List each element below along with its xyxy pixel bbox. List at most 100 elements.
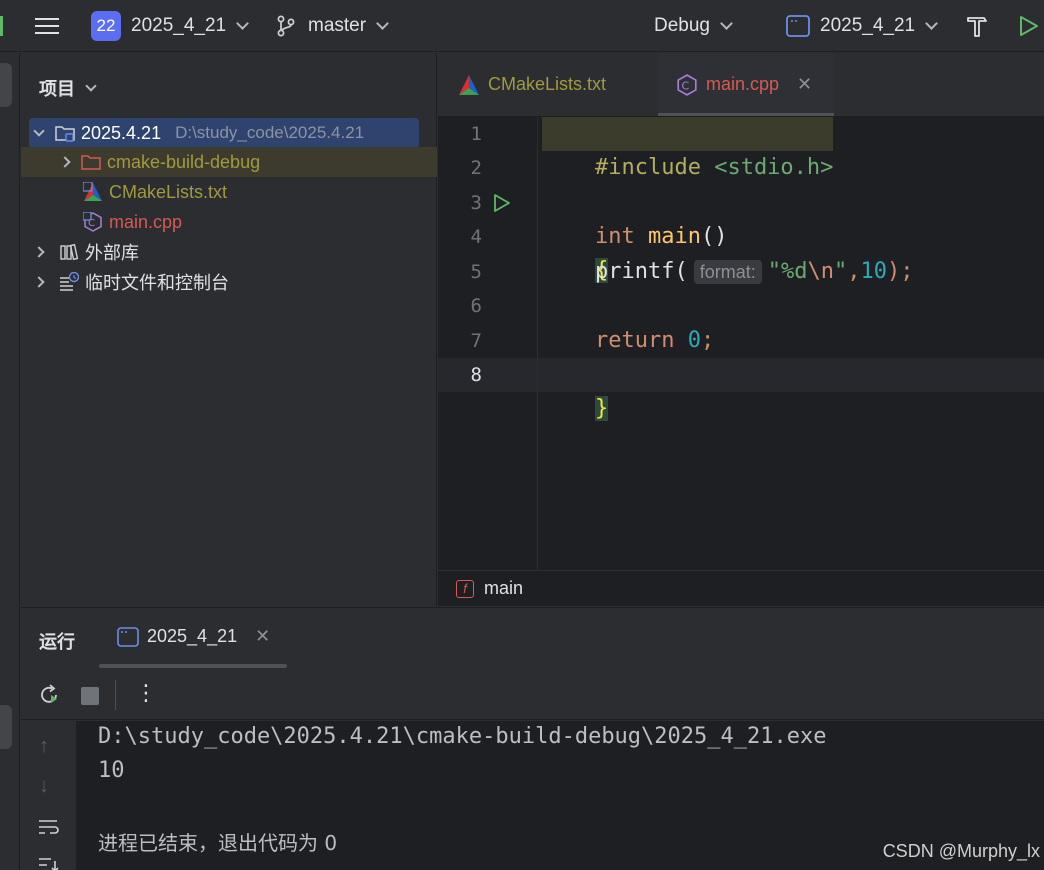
tree-item-root[interactable]: 2025.4.21 D:\study_code\2025.4.21 xyxy=(29,118,419,148)
number-literal: 10 xyxy=(860,259,887,284)
escape-sequence: \n xyxy=(807,259,834,284)
run-config-selector[interactable]: 2025_4_21 xyxy=(786,0,938,52)
branch-icon xyxy=(277,15,295,37)
line-number: 7 xyxy=(470,330,482,352)
root-folder-path: D:\study_code\2025.4.21 xyxy=(175,123,365,142)
chevron-down-icon[interactable] xyxy=(29,125,49,137)
run-button[interactable] xyxy=(1018,0,1040,52)
line-number: 3 xyxy=(470,192,482,214)
code-line-4: { xyxy=(542,220,609,283)
rerun-icon[interactable] xyxy=(37,683,61,707)
number-literal: 0 xyxy=(687,328,701,353)
line-number: 6 xyxy=(470,295,482,317)
project-name: 2025_4_21 xyxy=(131,15,227,36)
tree-item-label: cmake-build-debug xyxy=(107,151,261,172)
run-tab[interactable]: 2025_4_21 ✕ xyxy=(117,626,270,647)
function-name: main xyxy=(647,224,701,249)
tree-item-cmakelists[interactable]: CMakeLists.txt xyxy=(21,177,227,207)
main-menu-icon[interactable] xyxy=(35,0,59,52)
project-panel-title: 项目 xyxy=(39,79,75,99)
toolbar-separator xyxy=(115,680,116,710)
console-side-toolbar: ↑ ↓ xyxy=(21,721,77,870)
console-line: D:\study_code\2025.4.21\cmake-build-debu… xyxy=(98,724,827,749)
more-options-icon[interactable]: ⋮ xyxy=(135,680,157,706)
close-icon[interactable]: ✕ xyxy=(797,74,812,95)
project-panel-header[interactable]: 项目 xyxy=(39,75,97,101)
code-line-8: } xyxy=(542,358,609,421)
project-tool-button[interactable] xyxy=(0,63,12,107)
cpp-file-icon: C xyxy=(83,212,102,232)
stop-icon[interactable] xyxy=(81,687,99,705)
app-edge-marker xyxy=(0,16,3,36)
breadcrumb-label: main xyxy=(484,578,524,598)
watermark: CSDN @Murphy_lx xyxy=(882,841,1040,861)
project-badge: 22 xyxy=(91,11,121,41)
svg-text:C: C xyxy=(682,79,690,92)
console-app-icon xyxy=(117,626,139,647)
chevron-down-icon xyxy=(925,17,938,30)
scroll-up-icon[interactable]: ↑ xyxy=(39,735,49,758)
chevron-right-icon[interactable] xyxy=(55,156,75,168)
tree-item-label: CMakeLists.txt xyxy=(109,181,228,202)
include-header: <stdio.h> xyxy=(714,155,834,180)
line-number: 4 xyxy=(470,226,482,248)
scratches-icon xyxy=(60,272,79,291)
project-tool-window: 项目 2025.4.21 D:\study_code\2025.4.21 cma… xyxy=(21,53,437,606)
chevron-down-icon xyxy=(85,80,97,92)
scroll-to-end-icon[interactable] xyxy=(37,855,61,870)
string-literal: "%d xyxy=(767,259,808,284)
printf-call: printf( xyxy=(594,259,688,284)
cmake-icon xyxy=(83,182,102,201)
tree-item-label: main.cpp xyxy=(109,211,183,232)
keyword: return xyxy=(594,328,675,353)
run-tool-button[interactable] xyxy=(0,705,12,749)
project-folder-icon xyxy=(55,126,75,142)
chevron-right-icon[interactable] xyxy=(29,276,49,288)
run-tab-label: 2025_4_21 xyxy=(147,626,238,646)
editor-breadcrumb[interactable]: f main xyxy=(438,570,1044,606)
statement-end: ); xyxy=(886,259,914,284)
vcs-branch-switcher[interactable]: master xyxy=(276,0,389,52)
function-icon: f xyxy=(456,579,474,598)
main-toolbar: 22 2025_4_21 master Debug 2025_4_21 xyxy=(0,0,1044,52)
chevron-down-icon xyxy=(236,17,249,30)
statement-end: ; xyxy=(700,328,715,353)
console-line: 10 xyxy=(98,758,125,783)
code-line-7: return 0; xyxy=(542,324,714,358)
hammer-icon xyxy=(967,17,987,37)
cmake-icon xyxy=(459,74,479,95)
build-config-selector[interactable]: Debug xyxy=(654,0,733,52)
parens: () xyxy=(700,224,728,249)
library-icon xyxy=(60,243,79,261)
active-tab-indicator xyxy=(658,113,834,116)
soft-wrap-icon[interactable] xyxy=(37,817,61,837)
editor-tab-bar: CMakeLists.txt C main.cpp ✕ xyxy=(438,53,1044,117)
console-line: 进程已结束，退出代码为 0 xyxy=(98,831,338,855)
comma: , xyxy=(847,259,861,284)
code-line-5: printf(format: "%d\n",10); xyxy=(542,255,913,289)
parameter-hint: format: xyxy=(693,260,762,284)
code-editor[interactable]: 1 2 3 4 5 6 7 8 #include <stdio.h> int m… xyxy=(438,117,1044,570)
build-button[interactable] xyxy=(966,0,988,52)
branch-name: master xyxy=(308,15,367,36)
run-panel-title: 运行 xyxy=(39,632,75,652)
tree-item-scratches[interactable]: 临时文件和控制台 xyxy=(21,267,229,297)
console-app-icon xyxy=(786,15,810,37)
project-switcher[interactable]: 22 2025_4_21 xyxy=(91,0,249,52)
run-tool-window: 运行 2025_4_21 ✕ ⋮ ↑ ↓ D:\study_code\2025.… xyxy=(21,607,1044,870)
tree-item-main-cpp[interactable]: C main.cpp xyxy=(21,207,182,237)
chevron-right-icon[interactable] xyxy=(29,246,49,258)
cpp-file-icon: C xyxy=(677,73,697,96)
tree-item-external-libraries[interactable]: 外部库 xyxy=(21,237,139,267)
close-icon[interactable]: ✕ xyxy=(255,626,270,647)
scroll-down-icon[interactable]: ↓ xyxy=(39,775,49,798)
tree-item-label: 外部库 xyxy=(85,243,139,263)
string-literal: " xyxy=(833,259,848,284)
tab-main-cpp[interactable]: C main.cpp ✕ xyxy=(658,53,834,116)
tree-item-cmake-build-debug[interactable]: cmake-build-debug xyxy=(21,147,437,177)
build-config-label: Debug xyxy=(654,15,710,36)
line-number-gutter: 1 2 3 4 5 6 7 8 xyxy=(438,117,538,570)
run-gutter-icon[interactable] xyxy=(492,193,512,213)
tab-cmakelists[interactable]: CMakeLists.txt xyxy=(458,53,606,116)
root-folder-name: 2025.4.21 xyxy=(81,122,162,143)
